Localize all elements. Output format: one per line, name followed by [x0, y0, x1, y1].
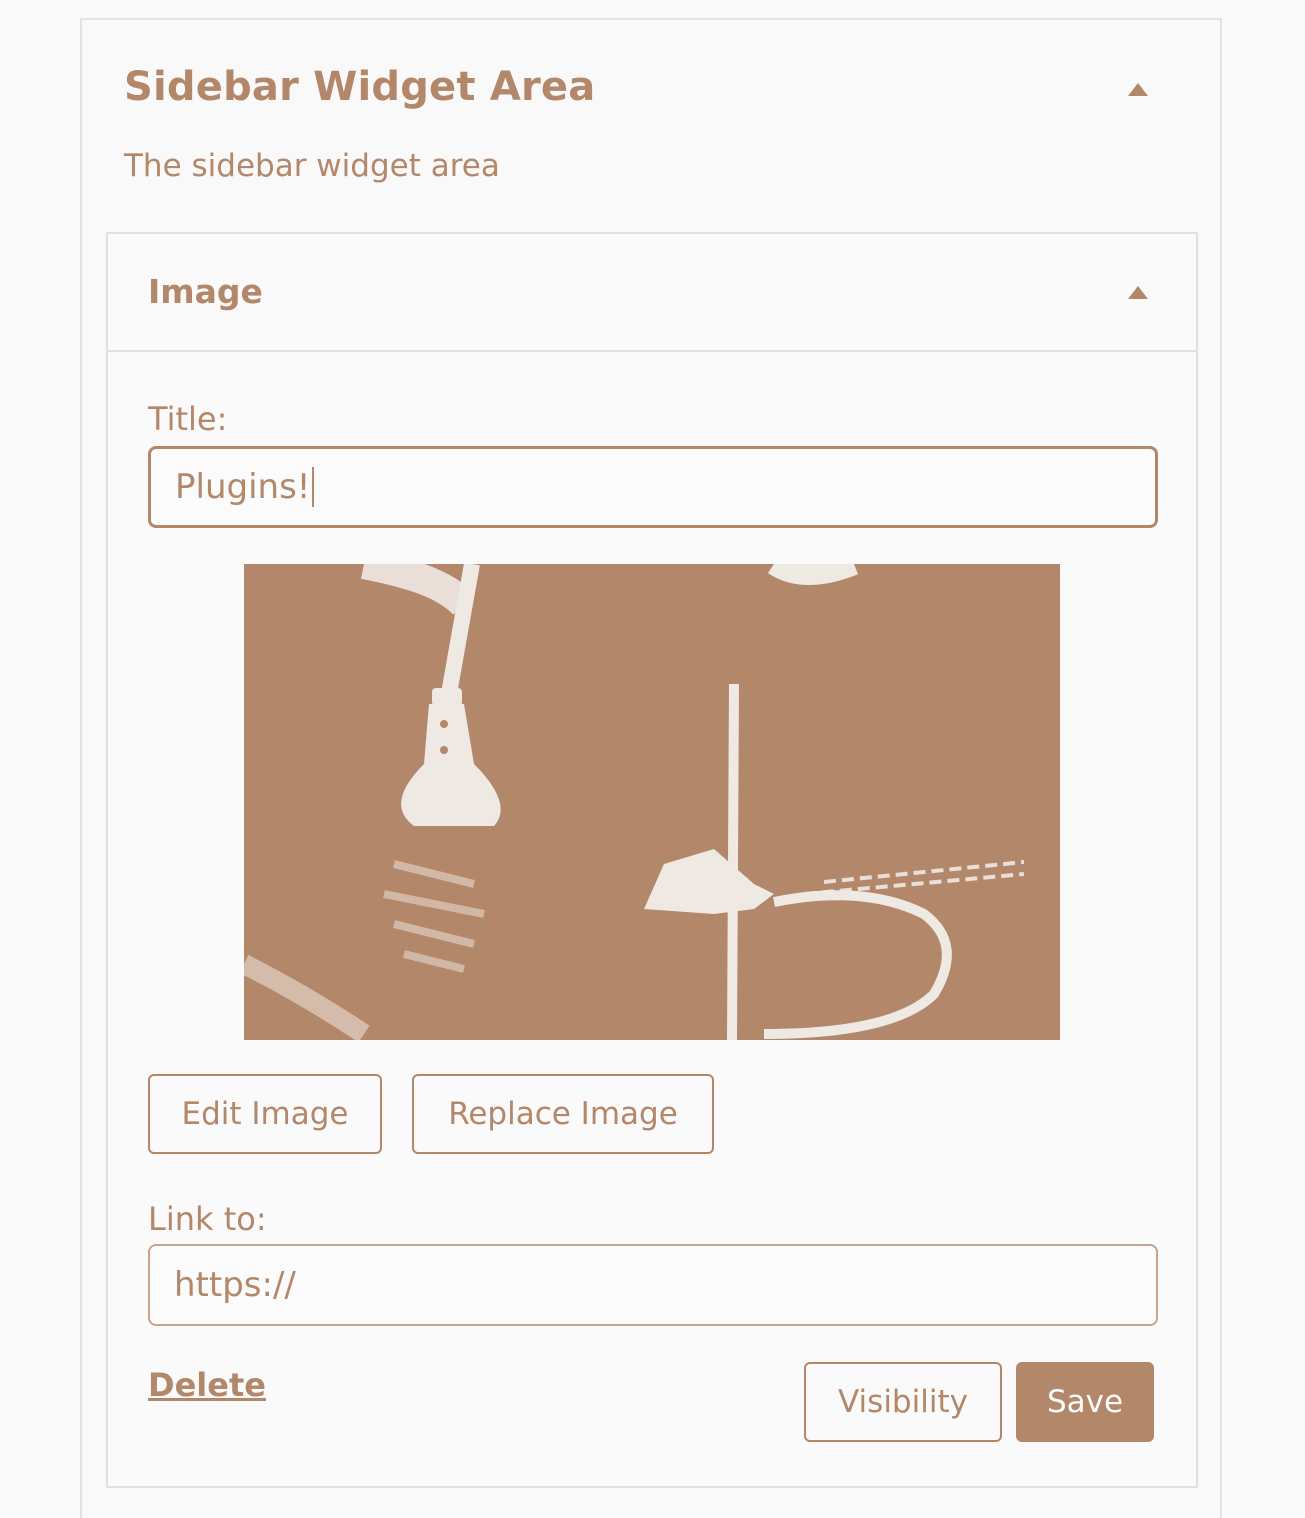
- link-to-label: Link to:: [148, 1200, 267, 1238]
- widget-title[interactable]: Image: [148, 272, 263, 311]
- widget-area-title[interactable]: Sidebar Widget Area: [124, 64, 595, 110]
- sidebar-widget-area: Sidebar Widget Area The sidebar widget a…: [80, 18, 1222, 1518]
- image-preview[interactable]: [244, 564, 1060, 1040]
- title-label: Title:: [148, 400, 228, 438]
- link-to-input[interactable]: https://: [148, 1244, 1158, 1326]
- caret-up-icon[interactable]: [1128, 286, 1148, 299]
- save-button[interactable]: Save: [1016, 1362, 1154, 1442]
- image-widget: Image Title: Plugins! Edit Image Replace…: [106, 232, 1198, 1488]
- plugs-photo: [244, 564, 1060, 1040]
- widget-area-description: The sidebar widget area: [124, 148, 500, 184]
- title-input-value: Plugins!: [175, 467, 311, 507]
- widget-header[interactable]: Image: [108, 234, 1196, 352]
- text-cursor: [312, 467, 315, 507]
- title-input[interactable]: Plugins!: [148, 446, 1158, 528]
- caret-up-icon[interactable]: [1128, 83, 1148, 96]
- delete-link[interactable]: Delete: [148, 1366, 266, 1404]
- link-to-placeholder: https://: [174, 1265, 296, 1305]
- replace-image-button[interactable]: Replace Image: [412, 1074, 714, 1154]
- edit-image-button[interactable]: Edit Image: [148, 1074, 382, 1154]
- visibility-button[interactable]: Visibility: [804, 1362, 1002, 1442]
